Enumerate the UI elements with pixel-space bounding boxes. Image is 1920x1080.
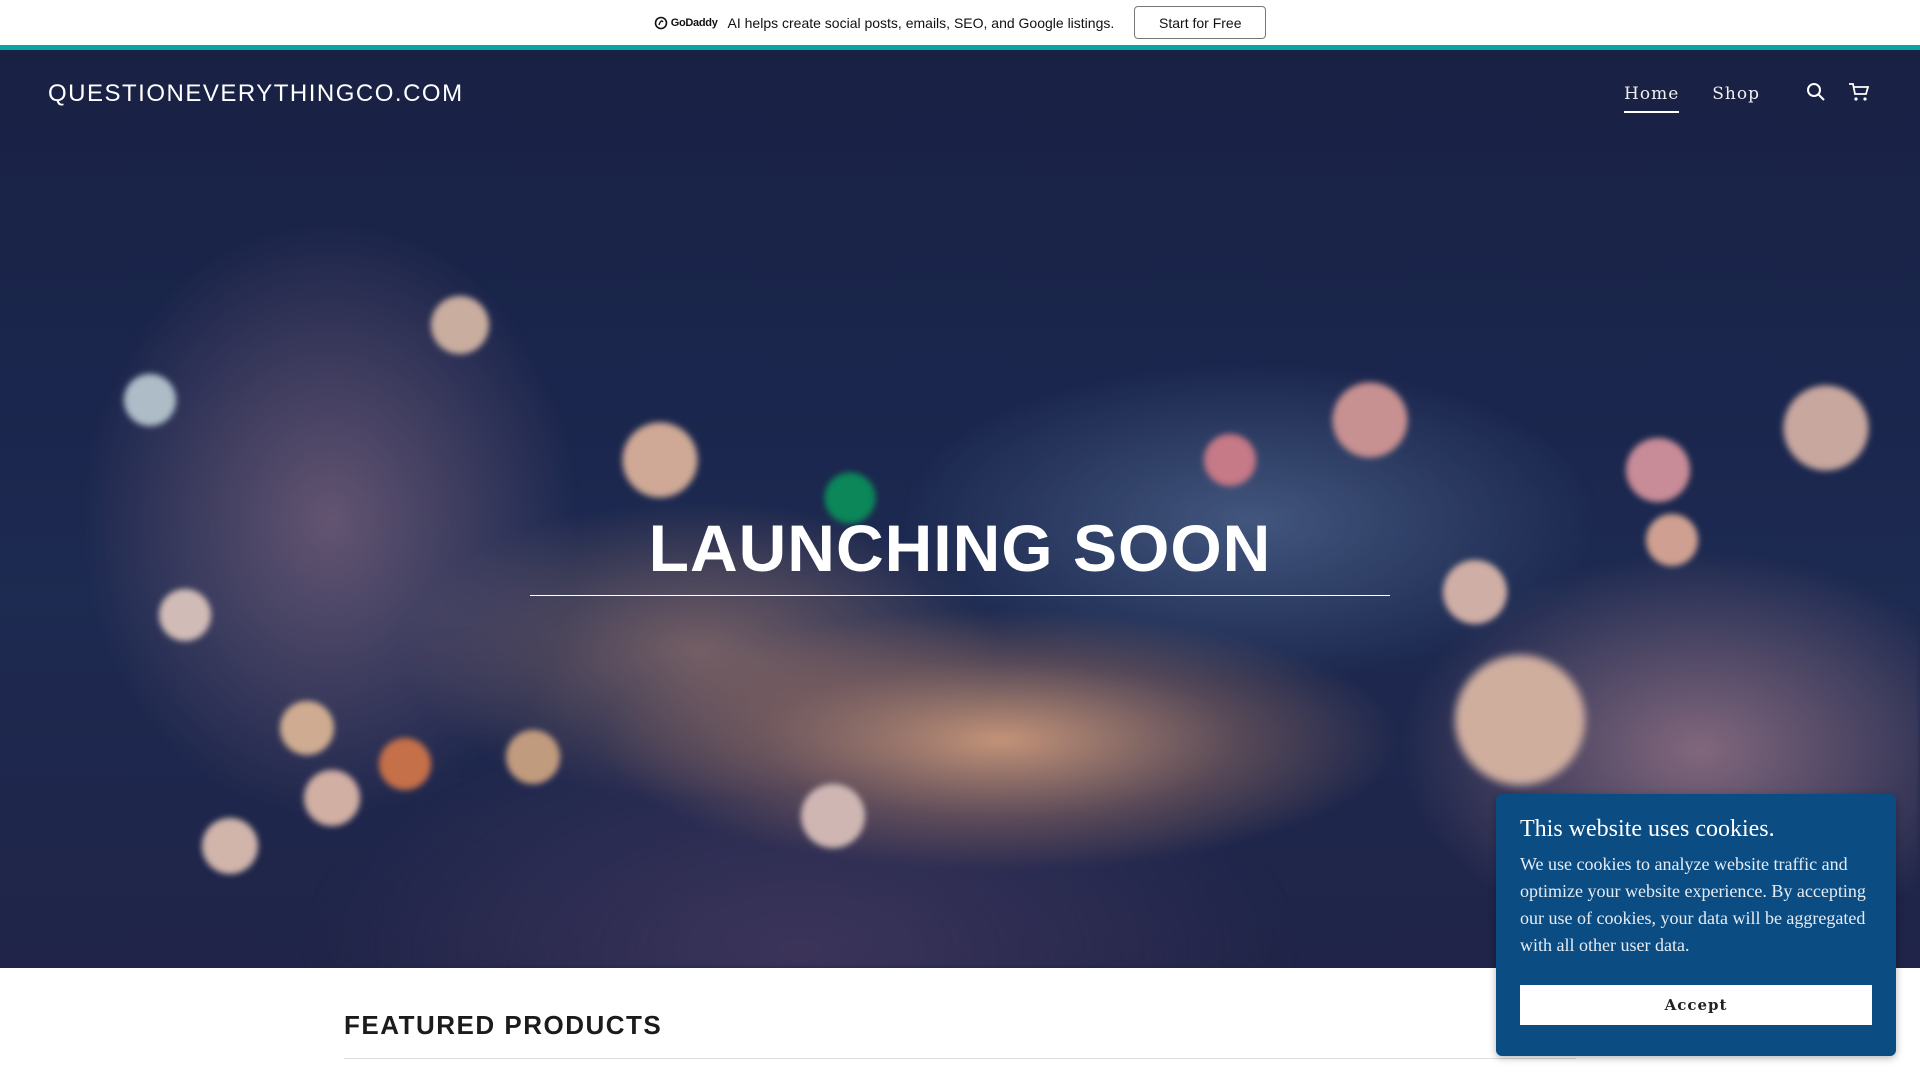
featured-products-heading: FEATURED PRODUCTS [344,1010,663,1040]
cart-icon[interactable] [1848,82,1870,102]
site-title[interactable]: QUESTIONEVERYTHINGCO.COM [48,80,464,108]
nav-shop[interactable]: Shop [1712,84,1760,113]
nav-home[interactable]: Home [1624,84,1680,113]
cookie-banner: This website uses cookies. We use cookie… [1496,794,1896,1056]
search-icon[interactable] [1806,82,1826,102]
start-for-free-button[interactable]: Start for Free [1134,6,1267,39]
cookie-body: We use cookies to analyze website traffi… [1520,854,1866,955]
main-nav: Home Shop [1624,84,1760,113]
promo-message: AI helps create social posts, emails, SE… [727,14,1115,31]
brand-name: GoDaddy [670,16,718,29]
featured-divider [344,1058,1576,1059]
godaddy-logo: GoDaddy [654,16,718,30]
godaddy-icon [654,16,668,29]
header-icons [1806,82,1870,102]
headline-divider [530,595,1390,596]
promo-banner: GoDaddy AI helps create social posts, em… [0,0,1920,45]
accept-cookies-button[interactable]: Accept [1520,985,1872,1025]
cookie-title: This website uses cookies. [1520,816,1775,842]
hero-headline: LAUNCHING SOON [648,511,1272,585]
